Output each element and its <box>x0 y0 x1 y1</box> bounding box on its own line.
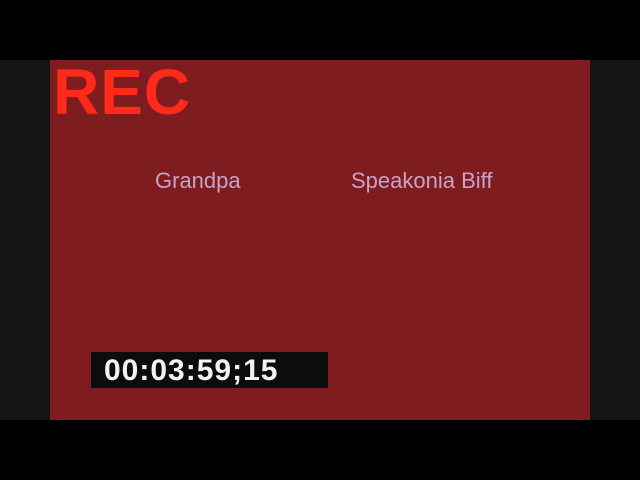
rec-indicator: REC <box>53 60 192 128</box>
participant-name-left: Grandpa <box>155 168 241 193</box>
video-frame: REC Grandpa Speakonia Biff 00:03:59;15 <box>50 60 590 420</box>
letterbox-left <box>0 60 50 420</box>
participant-name-right: Speakonia Biff <box>351 168 493 193</box>
video-screen: REC Grandpa Speakonia Biff 00:03:59;15 <box>0 0 640 480</box>
timecode-readout: 00:03:59;15 <box>104 354 279 387</box>
timecode-overlay: 00:03:59;15 <box>91 352 328 388</box>
letterbox-right <box>590 60 640 420</box>
